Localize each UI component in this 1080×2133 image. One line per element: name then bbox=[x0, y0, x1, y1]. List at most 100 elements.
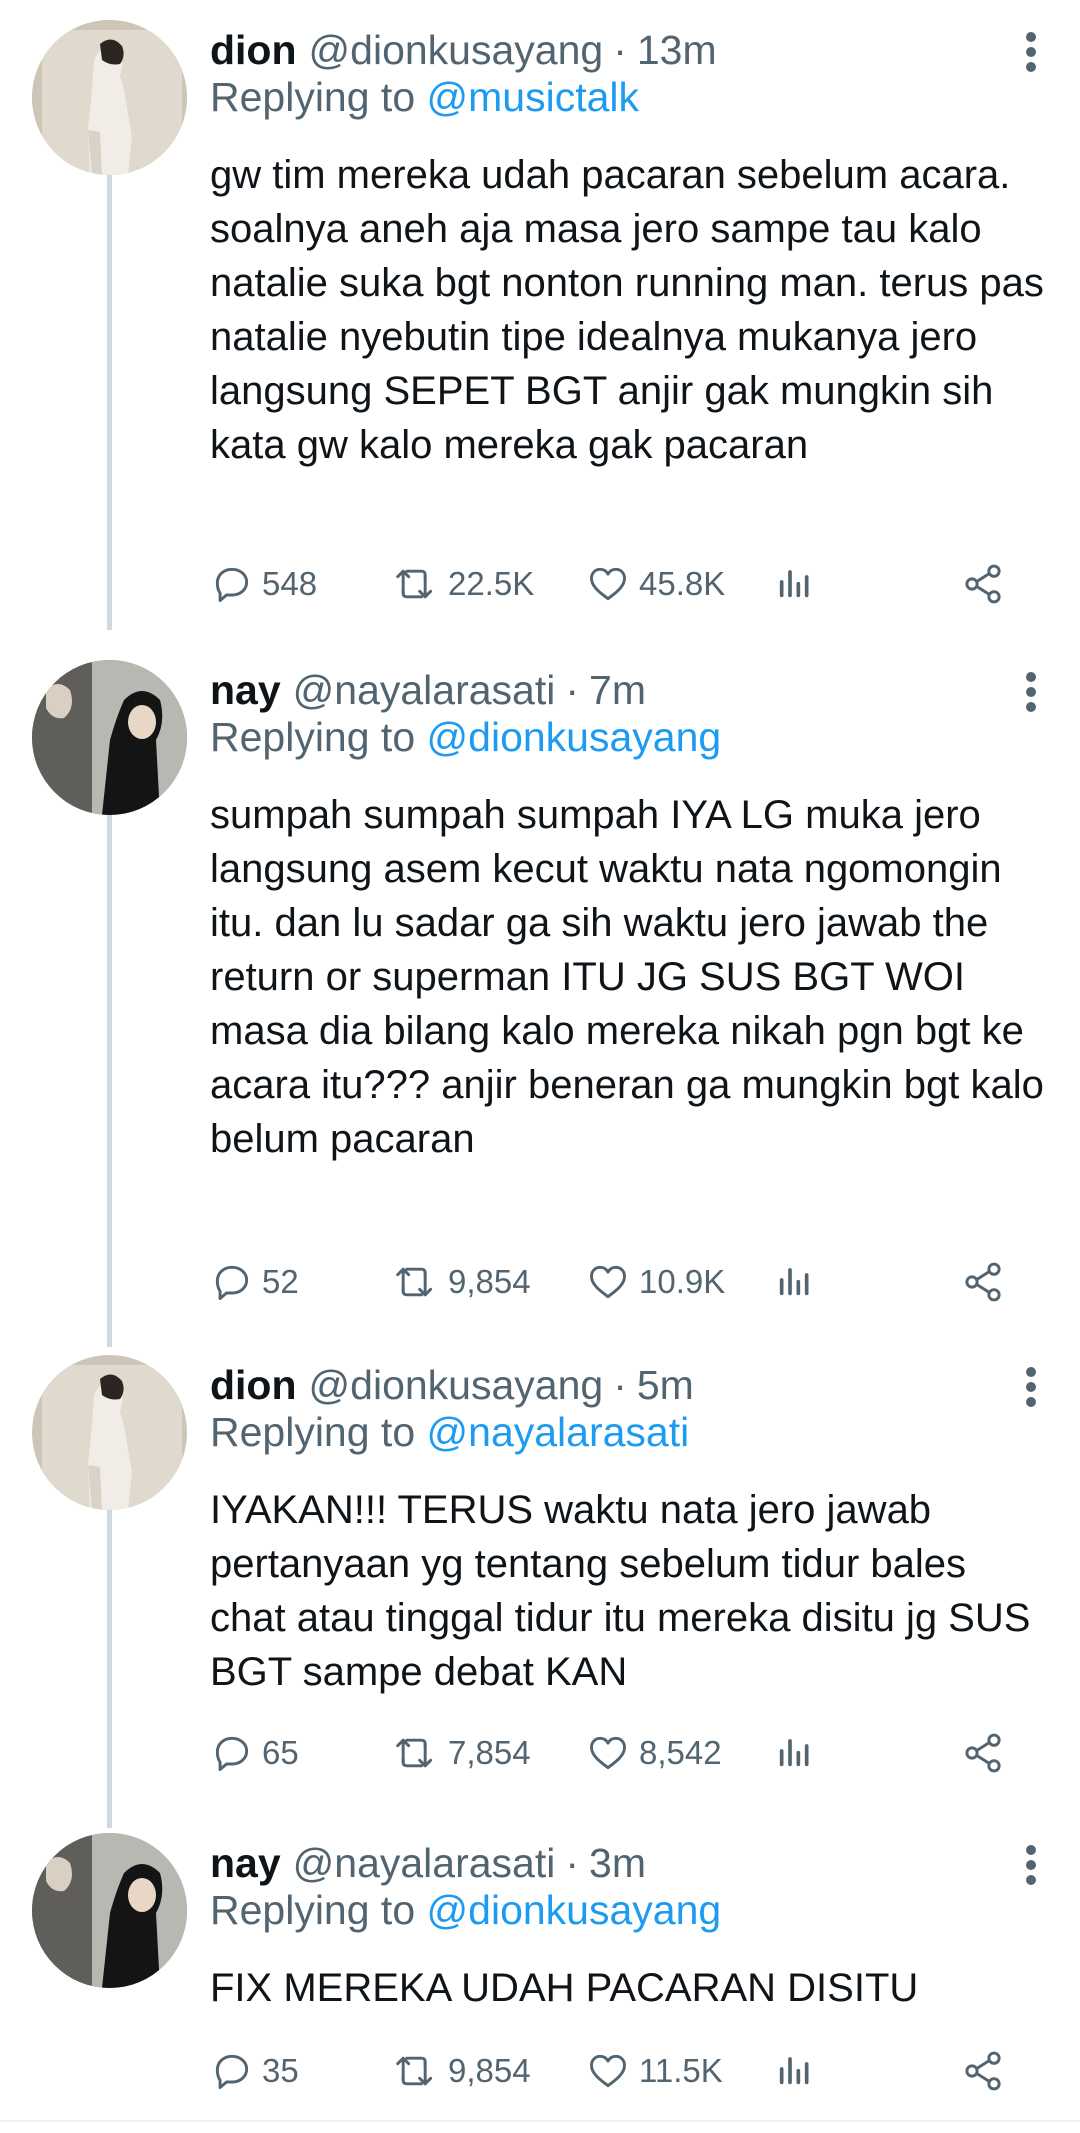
tweet[interactable]: nay @nayalarasati · 7m Replying to @dion… bbox=[0, 660, 1080, 1340]
timestamp[interactable]: 5m bbox=[637, 1362, 694, 1409]
separator-dot: · bbox=[565, 666, 580, 713]
display-name[interactable]: nay bbox=[210, 667, 281, 714]
username[interactable]: @dionkusayang bbox=[309, 27, 604, 74]
replying-to-label: Replying to bbox=[210, 1409, 416, 1455]
username[interactable]: @nayalarasati bbox=[293, 1840, 556, 1887]
replying-to: Replying to @musictalk bbox=[210, 74, 639, 121]
username[interactable]: @dionkusayang bbox=[309, 1362, 604, 1409]
like-count: 8,542 bbox=[639, 1734, 722, 1771]
retweet-icon bbox=[392, 2049, 440, 2093]
share-button[interactable] bbox=[960, 1731, 1006, 1775]
tweet-header: dion @dionkusayang · 13m bbox=[210, 20, 717, 80]
more-vertical-icon[interactable] bbox=[1024, 1367, 1038, 1407]
reply-count: 52 bbox=[262, 1263, 299, 1300]
timestamp[interactable]: 3m bbox=[589, 1840, 646, 1887]
separator-dot: · bbox=[613, 26, 627, 73]
retweet-button[interactable]: 9,854 bbox=[392, 2049, 531, 2093]
views-button[interactable] bbox=[775, 1260, 815, 1300]
like-count: 10.9K bbox=[639, 1263, 726, 1300]
display-name[interactable]: dion bbox=[210, 1362, 297, 1409]
retweet-icon bbox=[392, 1731, 440, 1775]
tweet-text: sumpah sumpah sumpah IYA LG muka jero la… bbox=[210, 793, 1044, 1161]
avatar-nay[interactable] bbox=[32, 1833, 187, 1988]
heart-icon bbox=[585, 2049, 631, 2093]
share-button[interactable] bbox=[960, 1260, 1006, 1304]
views-button[interactable] bbox=[775, 2049, 815, 2089]
analytics-icon bbox=[775, 2049, 815, 2089]
tweet[interactable]: dion @dionkusayang · 5m Replying to @nay… bbox=[0, 1355, 1080, 1795]
tweet-actions: 35 9,854 11.5K bbox=[210, 2049, 1040, 2099]
replying-to: Replying to @nayalarasati bbox=[210, 1409, 689, 1456]
display-name[interactable]: dion bbox=[210, 27, 297, 74]
more-vertical-icon[interactable] bbox=[1024, 32, 1038, 72]
more-vertical-icon[interactable] bbox=[1024, 1845, 1038, 1885]
share-icon bbox=[960, 1260, 1006, 1304]
share-button[interactable] bbox=[960, 562, 1006, 606]
like-button[interactable]: 45.8K bbox=[585, 562, 725, 606]
tweet-actions: 548 22.5K 45.8K bbox=[210, 562, 1040, 612]
separator-dot: · bbox=[613, 1361, 627, 1408]
retweet-icon bbox=[392, 562, 440, 606]
tweet-actions: 65 7,854 8,542 bbox=[210, 1731, 1040, 1781]
retweet-button[interactable]: 7,854 bbox=[392, 1731, 531, 1775]
like-button[interactable]: 8,542 bbox=[585, 1731, 722, 1775]
display-name[interactable]: nay bbox=[210, 1840, 281, 1887]
username[interactable]: @nayalarasati bbox=[293, 667, 556, 714]
mention-link[interactable]: @nayalarasati bbox=[427, 1409, 690, 1455]
reply-icon bbox=[210, 1731, 254, 1775]
analytics-icon bbox=[775, 562, 815, 602]
heart-icon bbox=[585, 1260, 631, 1304]
more-vertical-icon[interactable] bbox=[1024, 672, 1038, 712]
retweet-icon bbox=[392, 1260, 440, 1304]
reply-button[interactable]: 65 bbox=[210, 1731, 299, 1775]
retweet-count: 9,854 bbox=[448, 2052, 531, 2089]
reply-button[interactable]: 548 bbox=[210, 562, 317, 606]
timestamp[interactable]: 7m bbox=[589, 667, 646, 714]
analytics-icon bbox=[775, 1731, 815, 1771]
separator-dot: · bbox=[565, 1839, 580, 1886]
views-button[interactable] bbox=[775, 1731, 815, 1771]
tweet-text: FIX MEREKA UDAH PACARAN DISITU bbox=[210, 1966, 919, 2010]
bottom-divider bbox=[0, 2120, 1080, 2122]
share-button[interactable] bbox=[960, 2049, 1006, 2093]
replying-to-label: Replying to bbox=[210, 1887, 416, 1933]
tweet-text: IYAKAN!!! TERUS waktu nata jero jawab pe… bbox=[210, 1488, 1031, 1694]
tweet[interactable]: nay @nayalarasati · 3m Replying to @dion… bbox=[0, 1833, 1080, 2103]
retweet-button[interactable]: 22.5K bbox=[392, 562, 534, 606]
mention-link[interactable]: @dionkusayang bbox=[427, 1887, 722, 1933]
avatar-dion[interactable] bbox=[32, 20, 187, 175]
reply-icon bbox=[210, 562, 254, 606]
timestamp[interactable]: 13m bbox=[637, 27, 717, 74]
replying-to-label: Replying to bbox=[210, 74, 416, 120]
reply-icon bbox=[210, 1260, 254, 1304]
retweet-count: 22.5K bbox=[448, 565, 535, 602]
reply-button[interactable]: 35 bbox=[210, 2049, 299, 2093]
avatar-nay[interactable] bbox=[32, 660, 187, 815]
like-button[interactable]: 11.5K bbox=[585, 2049, 723, 2093]
mention-link[interactable]: @musictalk bbox=[427, 74, 640, 120]
mention-link[interactable]: @dionkusayang bbox=[427, 714, 722, 760]
tweet-header: nay @nayalarasati · 3m bbox=[210, 1833, 646, 1893]
retweet-button[interactable]: 9,854 bbox=[392, 1260, 531, 1304]
like-count: 11.5K bbox=[639, 2052, 723, 2089]
reply-icon bbox=[210, 2049, 254, 2093]
tweet-actions: 52 9,854 10.9K bbox=[210, 1260, 1040, 1310]
views-button[interactable] bbox=[775, 562, 815, 602]
heart-icon bbox=[585, 1731, 631, 1775]
share-icon bbox=[960, 1731, 1006, 1775]
share-icon bbox=[960, 562, 1006, 606]
reply-count: 35 bbox=[262, 2052, 299, 2089]
like-count: 45.8K bbox=[639, 565, 726, 602]
reply-count: 548 bbox=[262, 565, 318, 602]
reply-count: 65 bbox=[262, 1734, 299, 1771]
tweet[interactable]: dion @dionkusayang · 13m Replying to @mu… bbox=[0, 20, 1080, 640]
avatar-dion[interactable] bbox=[32, 1355, 187, 1510]
like-button[interactable]: 10.9K bbox=[585, 1260, 725, 1304]
replying-to: Replying to @dionkusayang bbox=[210, 1887, 721, 1934]
replying-to: Replying to @dionkusayang bbox=[210, 714, 721, 761]
reply-button[interactable]: 52 bbox=[210, 1260, 299, 1304]
tweet-text: gw tim mereka udah pacaran sebelum acara… bbox=[210, 153, 1044, 467]
share-icon bbox=[960, 2049, 1006, 2093]
heart-icon bbox=[585, 562, 631, 606]
tweet-header: nay @nayalarasati · 7m bbox=[210, 660, 646, 720]
